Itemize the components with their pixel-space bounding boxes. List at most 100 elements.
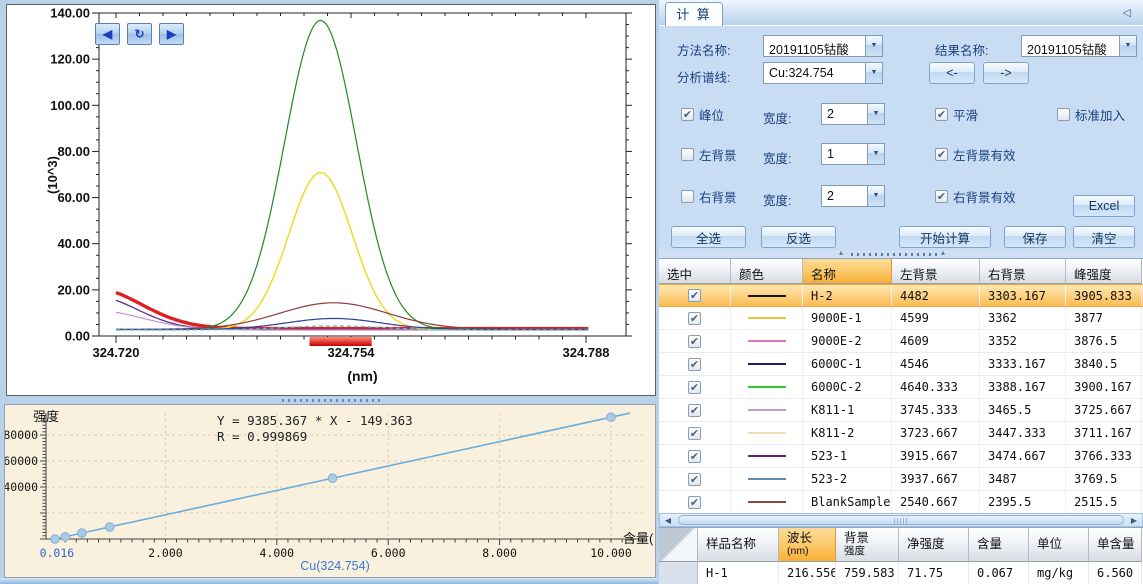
checkbox-right-background[interactable]: 右背景	[681, 187, 737, 206]
next-line-button[interactable]: ->	[983, 62, 1029, 84]
row-checkbox[interactable]: ✔	[688, 404, 701, 417]
select-all-button[interactable]: 全选	[671, 226, 746, 248]
left-bg-width-select[interactable]: 1▼	[821, 143, 885, 165]
row-checkbox[interactable]: ✔	[688, 335, 701, 348]
dropdown-arrow-icon[interactable]: ▼	[867, 104, 884, 124]
tab-calculate[interactable]: 计 算	[665, 2, 723, 26]
prev-line-button[interactable]: <-	[929, 62, 975, 84]
collapse-arrow-icon[interactable]: ◁	[1123, 6, 1131, 19]
column-header[interactable]: 右背景	[980, 259, 1066, 284]
row-checkbox[interactable]: ✔	[688, 312, 701, 325]
table-cell: K811-2	[803, 422, 892, 444]
clear-button[interactable]: 清空	[1073, 226, 1135, 248]
analysis-line-label: 分析谱线:	[677, 67, 730, 86]
table-row[interactable]: ✔K811-13745.3333465.53725.667	[659, 399, 1143, 422]
table-cell: 2395.5	[980, 491, 1066, 513]
table-row[interactable]: ✔523-13915.6673474.6673766.333	[659, 445, 1143, 468]
row-checkbox[interactable]: ✔	[688, 427, 701, 440]
table-cell: 759.583	[836, 562, 899, 584]
column-header[interactable]: 选中	[659, 259, 731, 284]
column-header[interactable]: 单含量	[1089, 528, 1142, 562]
right-bg-width-select[interactable]: 2▼	[821, 185, 885, 207]
peak-width-select[interactable]: 2▼	[821, 103, 885, 125]
result-name-select[interactable]: 20191105钴酸▼	[1021, 35, 1137, 57]
sample-table: 样品名称波长(nm)背景强度净强度含量单位单含量 H-1216.556759.5…	[659, 527, 1143, 584]
spectrum-next-button[interactable]: ▶	[159, 23, 184, 45]
svg-text:10.000: 10.000	[590, 546, 632, 560]
column-header[interactable]: 净强度	[899, 528, 969, 562]
row-checkbox[interactable]: ✔	[688, 473, 701, 486]
checkbox-left-bg-valid[interactable]: ✔左背景有效	[935, 145, 1016, 164]
row-header-cell[interactable]	[659, 562, 698, 584]
table-row[interactable]: ✔H-244823303.1673905.833	[659, 284, 1143, 307]
svg-text:0.016: 0.016	[40, 546, 75, 560]
analysis-line-select[interactable]: Cu:324.754▼	[763, 62, 883, 84]
scroll-right-icon[interactable]: ▶	[1126, 514, 1142, 526]
dropdown-arrow-icon[interactable]: ▼	[1119, 36, 1136, 56]
dropdown-arrow-icon[interactable]: ▼	[865, 63, 882, 83]
invert-selection-button[interactable]: 反选	[761, 226, 836, 248]
dropdown-arrow-icon[interactable]: ▼	[865, 36, 882, 56]
chart-splitter[interactable]	[0, 397, 658, 404]
table-hscrollbar[interactable]: ◀ ▶	[659, 513, 1143, 527]
checkbox-right-bg-valid[interactable]: ✔右背景有效	[935, 187, 1016, 206]
series-color-swatch	[748, 432, 786, 434]
column-header[interactable]: 背景强度	[836, 528, 899, 562]
checkbox-smooth[interactable]: ✔平滑	[935, 105, 978, 124]
corner-select-cell[interactable]	[659, 528, 698, 562]
series-color-swatch	[748, 317, 786, 319]
svg-text:324.720: 324.720	[93, 345, 140, 360]
excel-button[interactable]: Excel	[1073, 195, 1135, 217]
table-cell: 9000E-2	[803, 330, 892, 352]
start-calculation-button[interactable]: 开始计算	[899, 226, 991, 248]
table-row[interactable]: ✔6000C-24640.3333388.1673900.167	[659, 376, 1143, 399]
table-row[interactable]: ✔K811-23723.6673447.3333711.167	[659, 422, 1143, 445]
column-header[interactable]: 峰强度	[1066, 259, 1142, 284]
column-header[interactable]: 单位	[1029, 528, 1089, 562]
column-header[interactable]: 波长(nm)	[779, 528, 836, 562]
scroll-left-icon[interactable]: ◀	[660, 514, 676, 526]
table-cell: mg/kg	[1029, 562, 1089, 584]
column-header[interactable]: 颜色	[731, 259, 803, 284]
row-checkbox[interactable]: ✔	[688, 358, 701, 371]
svg-text:含量(: 含量(	[623, 531, 654, 546]
save-button[interactable]: 保存	[1004, 226, 1066, 248]
series-green-tall-peak	[116, 20, 588, 329]
checkbox-standard-addition[interactable]: 标准加入	[1057, 105, 1125, 124]
table-row[interactable]: ✔523-23937.66734873769.5	[659, 468, 1143, 491]
svg-text:(10^3): (10^3)	[45, 156, 60, 194]
sample-table-header: 样品名称波长(nm)背景强度净强度含量单位单含量	[659, 528, 1143, 562]
panel-table-splitter[interactable]: ▴ ▴	[659, 250, 1143, 258]
dropdown-arrow-icon[interactable]: ▼	[867, 144, 884, 164]
row-checkbox[interactable]: ✔	[688, 289, 701, 302]
svg-text:120.00: 120.00	[50, 52, 90, 67]
checkbox-icon	[681, 190, 694, 203]
calibration-point	[328, 474, 337, 483]
svg-text:80.00: 80.00	[57, 144, 90, 159]
row-checkbox[interactable]: ✔	[688, 381, 701, 394]
dropdown-arrow-icon[interactable]: ▼	[867, 186, 884, 206]
svg-text:(nm): (nm)	[347, 368, 377, 384]
spectrum-refresh-button[interactable]: ↻	[127, 23, 152, 45]
table-cell: 3937.667	[892, 468, 980, 490]
sample-table-row[interactable]: H-1216.556759.58371.750.067mg/kg6.560	[659, 562, 1143, 584]
checkbox-left-background[interactable]: 左背景	[681, 145, 737, 164]
column-header[interactable]: 样品名称	[698, 528, 779, 562]
method-name-select[interactable]: 20191105钴酸▼	[763, 35, 883, 57]
series-color-swatch	[748, 478, 786, 480]
table-cell: 3915.667	[892, 445, 980, 467]
scrollbar-thumb[interactable]	[678, 515, 1124, 525]
column-header[interactable]: 名称	[803, 259, 892, 284]
table-row[interactable]: ✔9000E-1459933623877	[659, 307, 1143, 330]
row-checkbox[interactable]: ✔	[688, 496, 701, 509]
table-row[interactable]: ✔6000C-145463333.1673840.5	[659, 353, 1143, 376]
row-checkbox[interactable]: ✔	[688, 450, 701, 463]
table-row[interactable]: ✔9000E-2460933523876.5	[659, 330, 1143, 353]
column-header[interactable]: 含量	[969, 528, 1029, 562]
table-row[interactable]: ✔BlankSample12540.6672395.52515.5	[659, 491, 1143, 514]
svg-text:40.00: 40.00	[57, 236, 90, 251]
column-header[interactable]: 左背景	[892, 259, 980, 284]
spectrum-prev-button[interactable]: ◀	[95, 23, 120, 45]
checkbox-peak-position[interactable]: ✔峰位	[681, 105, 724, 124]
table-cell: 4640.333	[892, 376, 980, 398]
